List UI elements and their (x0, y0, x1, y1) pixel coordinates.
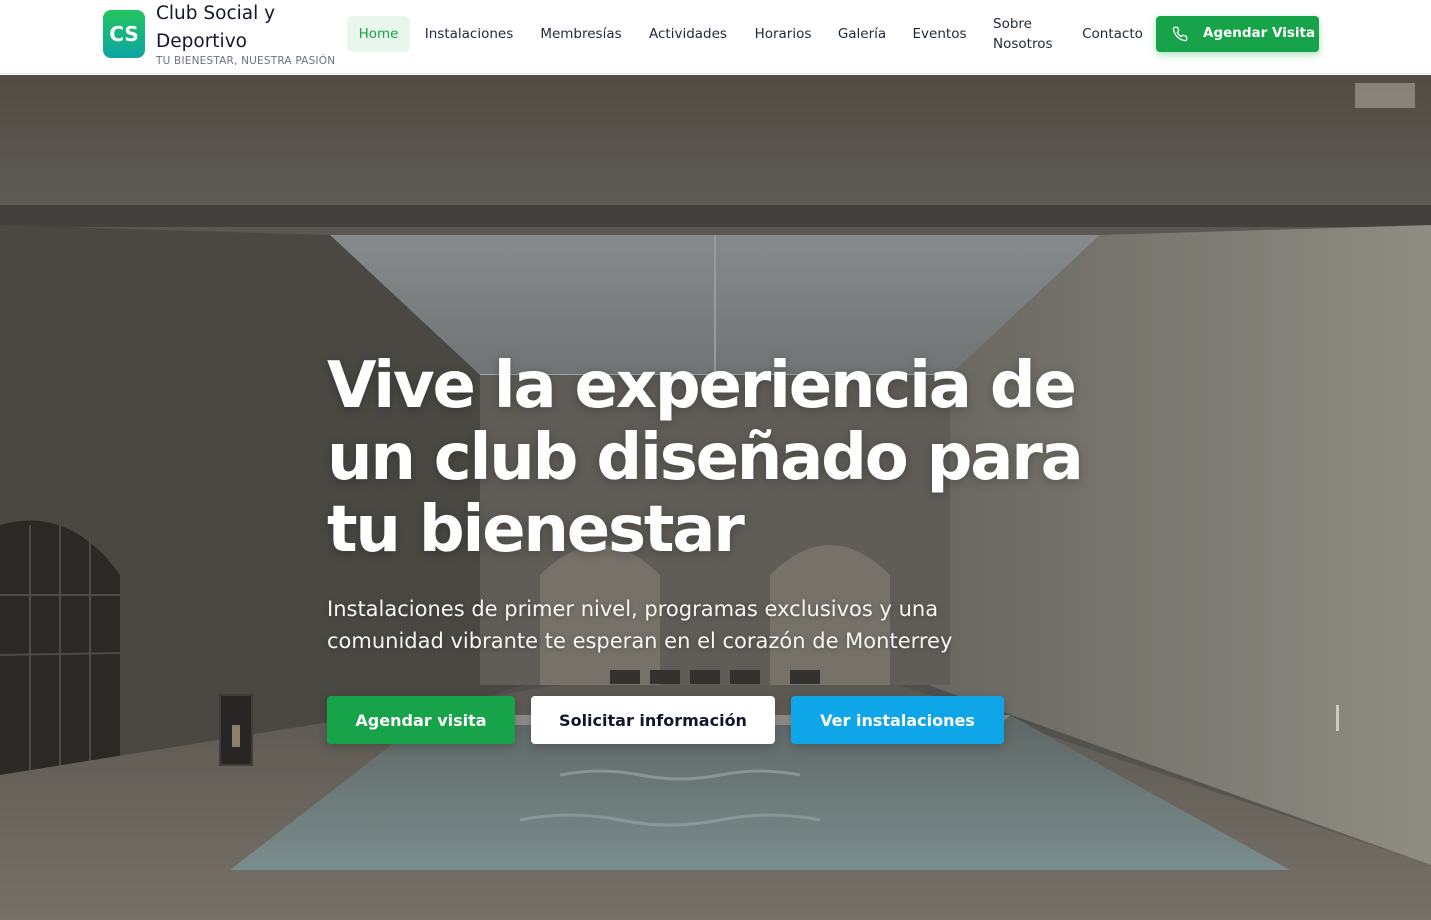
schedule-visit-button[interactable]: Agendar visita (327, 696, 515, 744)
hero-title: Vive la experiencia de un club diseñado … (327, 349, 1084, 567)
nav-contacto[interactable]: Contacto (1075, 16, 1150, 52)
nav-galeria[interactable]: Galería (832, 16, 892, 52)
hero-subtitle: Instalaciones de primer nivel, programas… (327, 597, 953, 653)
nav-membresias[interactable]: Membresías (533, 16, 629, 52)
nav-sobre-nosotros[interactable]: Sobre Nosotros (993, 14, 1065, 54)
nav-horarios[interactable]: Horarios (748, 16, 818, 52)
brand-tagline: TU BIENESTAR, NUESTRA PASIÓN (156, 55, 336, 67)
hero-section: Vive la experiencia de un club diseñado … (0, 75, 1431, 920)
nav-eventos[interactable]: Eventos (906, 16, 973, 52)
header-schedule-visit-button[interactable]: Agendar Visita (1156, 16, 1319, 52)
request-info-button[interactable]: Solicitar información (531, 696, 775, 744)
header-cta-label: Agendar Visita (1203, 25, 1316, 41)
brand-name[interactable]: Club Social y Deportivo (156, 0, 346, 56)
logo[interactable]: CS (103, 10, 145, 58)
view-facilities-button[interactable]: Ver instalaciones (791, 696, 1004, 744)
nav-instalaciones[interactable]: Instalaciones (418, 16, 520, 52)
phone-icon (1172, 26, 1188, 42)
nav-home[interactable]: Home (347, 16, 410, 52)
site-header: CS Club Social y Deportivo TU BIENESTAR,… (0, 0, 1431, 74)
nav-actividades[interactable]: Actividades (642, 16, 734, 52)
